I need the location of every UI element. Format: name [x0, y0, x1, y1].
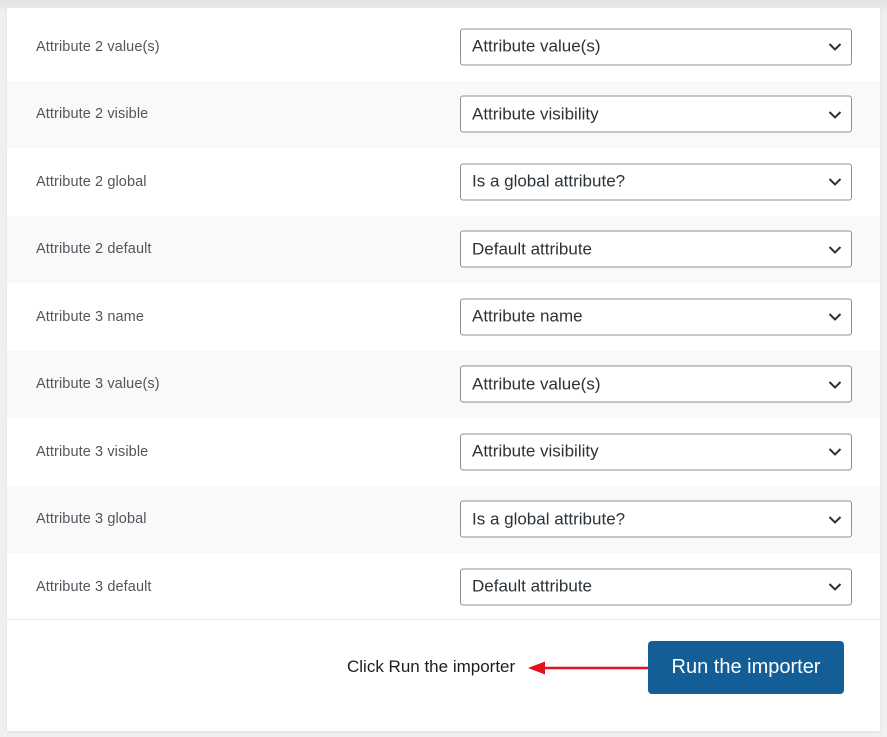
column-name-label: Attribute 2 visible [36, 106, 149, 123]
chevron-down-icon [828, 111, 842, 119]
select-value: Default attribute [472, 576, 593, 596]
chevron-down-icon [828, 178, 842, 187]
chevron-down-icon [828, 246, 842, 254]
column-name-label: Attribute 3 visible [36, 443, 149, 460]
mapping-row-attribute-2-default: Attribute 2 default Default attribute [7, 215, 880, 283]
column-name-label: Attribute 3 default [36, 578, 152, 595]
select-value: Attribute visibility [472, 441, 599, 461]
column-name-label: Attribute 3 global [36, 511, 147, 528]
select-value: Attribute visibility [472, 104, 599, 124]
map-to-field-select[interactable]: Attribute visibility [460, 433, 852, 471]
mapping-row-attribute-3-values: Attribute 3 value(s) Attribute value(s) [7, 350, 880, 418]
mapping-row-attribute-3-default: Attribute 3 default Default attribute [7, 553, 880, 621]
column-name-label: Attribute 2 global [36, 173, 147, 190]
map-to-field-select[interactable]: Attribute value(s) [460, 28, 852, 66]
select-value: Default attribute [472, 239, 593, 259]
mapping-table: Attribute 2 value(s) Attribute value(s) … [7, 13, 880, 621]
chevron-down-icon [828, 583, 842, 592]
chevron-down-icon [828, 313, 842, 322]
map-to-field-select[interactable]: Default attribute [460, 230, 852, 268]
map-to-field-select[interactable]: Is a global attribute? [460, 163, 852, 201]
run-importer-button[interactable]: Run the importer [648, 641, 844, 694]
chevron-down-icon [828, 448, 842, 457]
instruction-annotation: Click Run the importer [347, 657, 516, 676]
mapping-row-attribute-2-visible: Attribute 2 visible Attribute visibility [7, 80, 880, 148]
mapping-row-attribute-3-name: Attribute 3 name Attribute name [7, 283, 880, 351]
select-value: Attribute name [472, 306, 583, 326]
column-name-label: Attribute 3 name [36, 308, 144, 325]
chevron-down-icon [828, 381, 842, 389]
select-value: Is a global attribute? [472, 509, 626, 529]
map-to-field-select[interactable]: Attribute visibility [460, 95, 852, 133]
column-name-label: Attribute 2 default [36, 241, 152, 258]
column-mapping-card: Attribute 2 value(s) Attribute value(s) … [7, 8, 880, 731]
map-to-field-select[interactable]: Default attribute [460, 568, 852, 606]
map-to-field-select[interactable]: Is a global attribute? [460, 500, 852, 538]
chevron-down-icon [828, 516, 842, 524]
mapping-row-attribute-2-global: Attribute 2 global Is a global attribute… [7, 148, 880, 216]
map-to-field-select[interactable]: Attribute value(s) [460, 365, 852, 403]
select-value: Is a global attribute? [472, 171, 626, 191]
select-value: Attribute value(s) [472, 36, 601, 56]
chevron-down-icon [828, 43, 842, 52]
mapping-row-attribute-3-global: Attribute 3 global Is a global attribute… [7, 485, 880, 553]
column-name-label: Attribute 3 value(s) [36, 376, 160, 393]
mapping-row-attribute-2-values: Attribute 2 value(s) Attribute value(s) [7, 13, 880, 81]
map-to-field-select[interactable]: Attribute name [460, 298, 852, 336]
select-value: Attribute value(s) [472, 374, 601, 394]
mapping-row-attribute-3-visible: Attribute 3 visible Attribute visibility [7, 418, 880, 486]
arrow-left-icon [528, 661, 656, 675]
column-name-label: Attribute 2 value(s) [36, 38, 160, 55]
